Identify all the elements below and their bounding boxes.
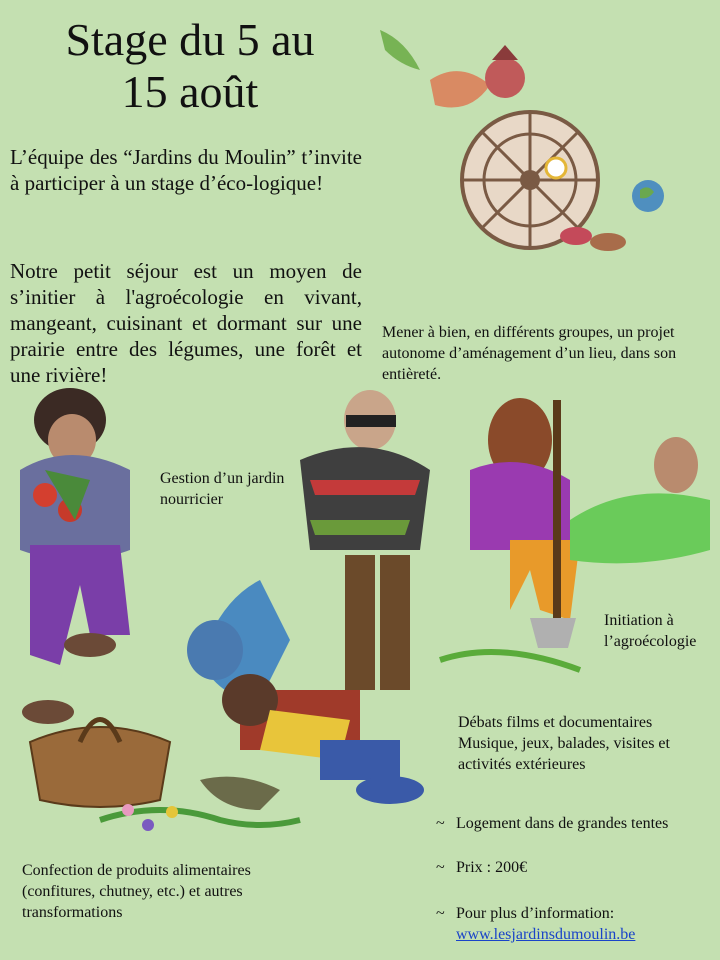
info-logement-text: Logement dans de grandes tentes <box>456 815 669 832</box>
people-working-garden-drawing <box>187 390 430 810</box>
info-prix: ~ Prix : 200€ <box>436 857 716 878</box>
caption-debats: Débats films et documentaires Musique, j… <box>458 712 718 775</box>
caption-mener: Mener à bien, en différents groupes, un … <box>382 324 677 383</box>
title-line-2: 15 août <box>121 66 259 117</box>
water-wheel-vegetables-drawing <box>380 30 664 251</box>
gardener-with-vegetables-drawing <box>20 388 130 724</box>
basket-drawing <box>28 717 172 808</box>
page-title: Stage du 5 au 15 août <box>0 14 380 118</box>
info-prix-text: Prix : 200€ <box>456 859 528 876</box>
info-plus: ~ Pour plus d’information: www.lesjardin… <box>436 903 716 945</box>
title-line-1: Stage du 5 au <box>65 14 315 65</box>
bullet-tilde: ~ <box>436 859 445 876</box>
intro-paragraph-1: L’équipe des “Jardins du Moulin” t’invit… <box>10 145 362 195</box>
bullet-tilde: ~ <box>436 905 445 922</box>
bullet-tilde: ~ <box>436 815 445 832</box>
caption-initiation: Initiation à l’agroécologie <box>604 612 697 650</box>
info-logement: ~ Logement dans de grandes tentes <box>436 813 716 834</box>
website-link[interactable]: www.lesjardinsdumoulin.be <box>456 924 716 945</box>
intro-paragraph-2: Notre petit séjour est un moyen de s’ini… <box>10 259 362 387</box>
caption-debats-line-1: Débats films et documentaires <box>458 714 653 731</box>
caption-gestion: Gestion d’un jardin nourricier <box>160 470 285 508</box>
caption-confection: Confection de produits alimentaires (con… <box>22 862 251 921</box>
caption-debats-line-2: Musique, jeux, balades, visites et activ… <box>458 735 670 773</box>
info-plus-text: Pour plus d’information: <box>456 905 615 922</box>
